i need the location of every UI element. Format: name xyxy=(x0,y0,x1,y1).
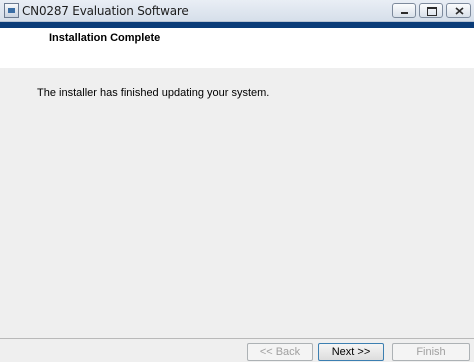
completion-message: The installer has finished updating your… xyxy=(37,87,270,99)
button-bar: << Back Next >> Finish xyxy=(0,338,474,362)
title-bar[interactable]: CN0287 Evaluation Software xyxy=(0,0,474,22)
finish-button[interactable]: Finish xyxy=(392,343,470,361)
maximize-button[interactable] xyxy=(419,3,443,18)
close-button[interactable] xyxy=(446,3,471,18)
installer-window-icon[interactable] xyxy=(4,3,19,18)
page-header: Installation Complete xyxy=(0,28,474,68)
page-title: Installation Complete xyxy=(49,32,161,44)
back-button[interactable]: << Back xyxy=(247,343,313,361)
window-title: CN0287 Evaluation Software xyxy=(22,4,189,18)
content-panel: The installer has finished updating your… xyxy=(0,68,474,338)
next-button[interactable]: Next >> xyxy=(318,343,384,361)
minimize-button[interactable] xyxy=(392,3,416,18)
close-icon xyxy=(455,7,464,15)
